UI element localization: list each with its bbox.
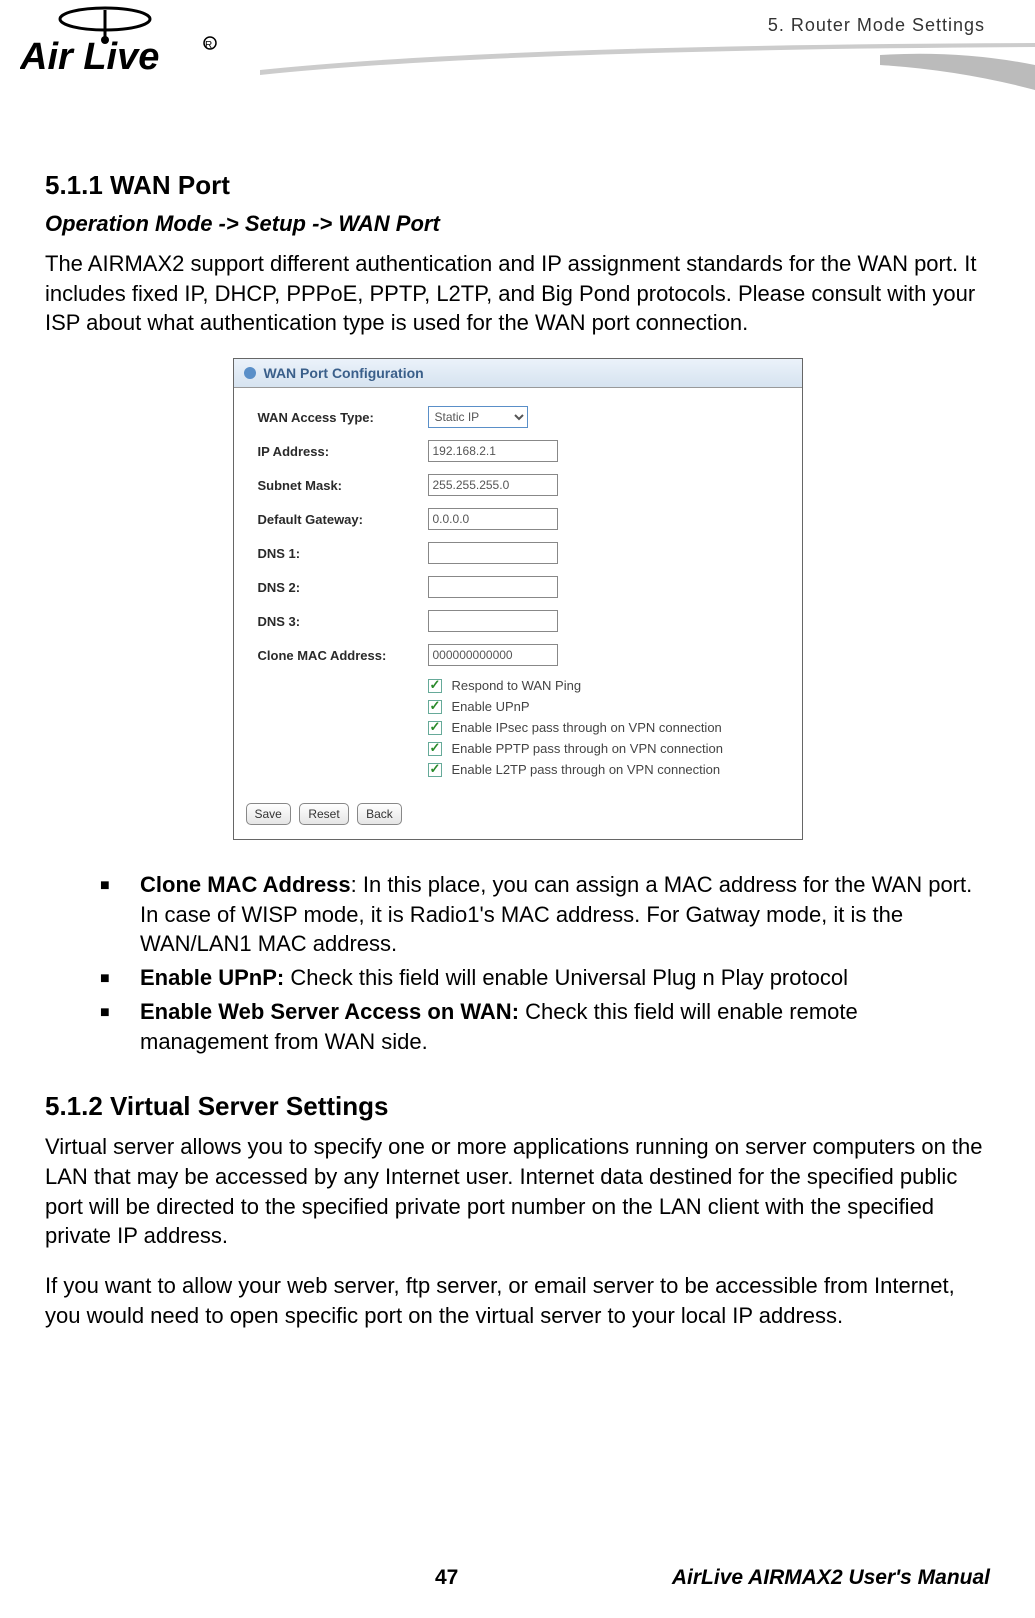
save-button[interactable]: Save xyxy=(246,803,291,825)
label-gateway: Default Gateway: xyxy=(258,512,428,527)
label-upnp: Enable UPnP xyxy=(452,699,530,714)
section-title-virtual: 5.1.2 Virtual Server Settings xyxy=(45,1091,990,1122)
input-gateway[interactable] xyxy=(428,508,558,530)
input-subnet[interactable] xyxy=(428,474,558,496)
reset-button[interactable]: Reset xyxy=(299,803,348,825)
chapter-label: 5. Router Mode Settings xyxy=(768,15,985,36)
header-swoosh xyxy=(0,35,1035,95)
bullet-webserver: ■ Enable Web Server Access on WAN: Check… xyxy=(100,997,990,1056)
bullet-upnp: ■ Enable UPnP: Check this field will ena… xyxy=(100,963,990,993)
label-wan-type: WAN Access Type: xyxy=(258,410,428,425)
page-number: 47 xyxy=(435,1566,458,1590)
label-pptp: Enable PPTP pass through on VPN connecti… xyxy=(452,741,724,756)
label-dns3: DNS 3: xyxy=(258,614,428,629)
checkbox-pptp[interactable] xyxy=(428,742,442,756)
input-clone-mac[interactable] xyxy=(428,644,558,666)
bullet-icon xyxy=(244,367,256,379)
intro-paragraph: The AIRMAX2 support different authentica… xyxy=(45,249,990,338)
section-title-wan: 5.1.1 WAN Port xyxy=(45,170,990,201)
square-bullet-icon: ■ xyxy=(100,997,140,1056)
bullet-clone-mac: ■ Clone MAC Address: In this place, you … xyxy=(100,870,990,959)
config-panel-title: WAN Port Configuration xyxy=(264,365,424,381)
virtual-para1: Virtual server allows you to specify one… xyxy=(45,1132,990,1251)
label-l2tp: Enable L2TP pass through on VPN connecti… xyxy=(452,762,721,777)
label-ping: Respond to WAN Ping xyxy=(452,678,582,693)
checkbox-ping[interactable] xyxy=(428,679,442,693)
label-ip: IP Address: xyxy=(258,444,428,459)
wan-config-screenshot: WAN Port Configuration WAN Access Type: … xyxy=(233,358,803,840)
input-ip[interactable] xyxy=(428,440,558,462)
bullet-list: ■ Clone MAC Address: In this place, you … xyxy=(45,870,990,1056)
back-button[interactable]: Back xyxy=(357,803,402,825)
label-ipsec: Enable IPsec pass through on VPN connect… xyxy=(452,720,722,735)
square-bullet-icon: ■ xyxy=(100,963,140,993)
input-dns2[interactable] xyxy=(428,576,558,598)
checkbox-l2tp[interactable] xyxy=(428,763,442,777)
config-panel-header: WAN Port Configuration xyxy=(234,359,802,388)
page-content: 5.1.1 WAN Port Operation Mode -> Setup -… xyxy=(0,130,1035,1330)
breadcrumb: Operation Mode -> Setup -> WAN Port xyxy=(45,211,990,237)
label-dns2: DNS 2: xyxy=(258,580,428,595)
square-bullet-icon: ■ xyxy=(100,870,140,959)
input-dns1[interactable] xyxy=(428,542,558,564)
page-footer: 47 AirLive AIRMAX2 User's Manual xyxy=(0,1566,1035,1590)
checkbox-upnp[interactable] xyxy=(428,700,442,714)
page-header: Air Live R 5. Router Mode Settings xyxy=(0,0,1035,130)
select-wan-type[interactable]: Static IP xyxy=(428,406,528,428)
label-subnet: Subnet Mask: xyxy=(258,478,428,493)
virtual-para2: If you want to allow your web server, ft… xyxy=(45,1271,990,1330)
checkbox-ipsec[interactable] xyxy=(428,721,442,735)
label-dns1: DNS 1: xyxy=(258,546,428,561)
input-dns3[interactable] xyxy=(428,610,558,632)
manual-name: AirLive AIRMAX2 User's Manual xyxy=(672,1566,990,1590)
label-clone-mac: Clone MAC Address: xyxy=(258,648,428,663)
